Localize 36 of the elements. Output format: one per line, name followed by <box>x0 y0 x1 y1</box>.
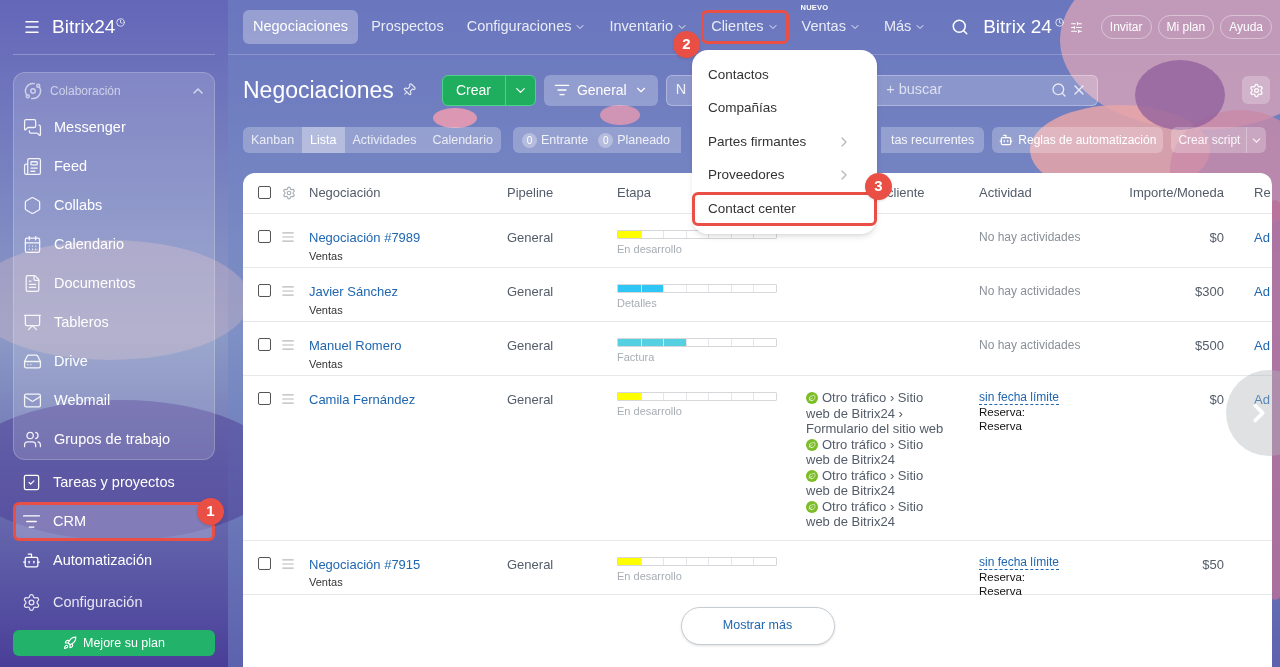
activity-note: Reserva: <box>979 569 1027 584</box>
deal-category: Ventas <box>309 575 344 590</box>
activity-text: No hay actividades <box>979 229 1082 246</box>
activity-note: Reserva <box>979 583 1023 598</box>
logo: Bitrix24 <box>52 14 116 39</box>
stage-label: En desarrollo <box>617 242 683 257</box>
amount: $300 <box>1195 283 1225 301</box>
activity-note: Reserva: <box>979 405 1027 419</box>
table-cell-text: General <box>506 337 555 355</box>
counter-badge: 0 <box>598 132 614 148</box>
annotation-badge: 1 <box>197 498 224 525</box>
amount: $500 <box>1195 337 1225 355</box>
page-title: Negociaciones <box>243 75 394 105</box>
activity-note: Reserva <box>979 419 1023 433</box>
amount: $50 <box>1202 555 1225 574</box>
deal-category: Ventas <box>309 356 344 372</box>
amount: $0 <box>1209 391 1225 409</box>
annotation-badge: 2 <box>673 31 700 58</box>
search-placeholder: + buscar <box>886 80 944 100</box>
deal-category: Ventas <box>309 248 344 264</box>
activity-text: No hay actividades <box>979 283 1082 300</box>
activity-text: No hay actividades <box>979 337 1082 354</box>
stage-label: Factura <box>617 350 656 365</box>
amount: $0 <box>1209 229 1225 247</box>
stage-label: En desarrollo <box>617 568 683 584</box>
group-title: Colaboración <box>50 82 122 100</box>
filter-tag: N <box>675 79 687 101</box>
table-cell-text: General <box>506 555 555 574</box>
stage-label: Detalles <box>617 296 658 311</box>
deal-category: Ventas <box>309 302 344 318</box>
table-cell-text: General <box>506 229 555 247</box>
table-cell-text: General <box>506 391 555 409</box>
table-cell-text: General <box>506 283 555 301</box>
logo: Bitrix 24 <box>983 14 1052 39</box>
stage-label: En desarrollo <box>617 404 683 419</box>
counter-badge: 0 <box>521 132 537 148</box>
